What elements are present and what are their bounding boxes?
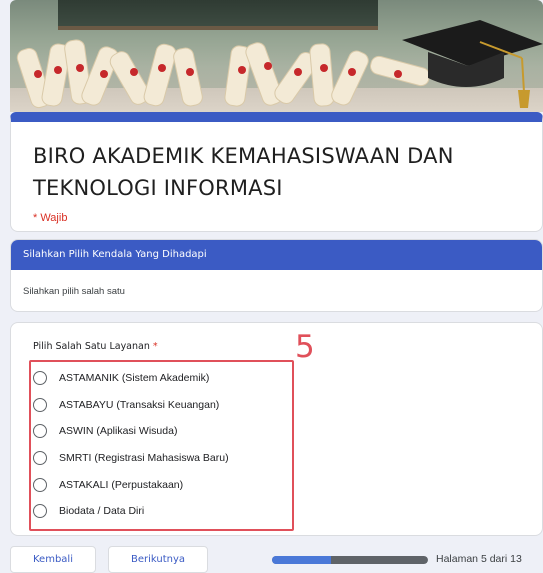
- required-note: * Wajib: [33, 212, 68, 224]
- radio-button-icon[interactable]: [33, 477, 47, 492]
- section-description: Silahkan pilih salah satu: [23, 286, 125, 297]
- header-banner-image: [10, 0, 543, 112]
- radio-button-icon[interactable]: [33, 424, 47, 439]
- radio-option-astakali[interactable]: ASTAKALI (Perpustakaan): [33, 471, 229, 498]
- radio-option-astamanik[interactable]: ASTAMANIK (Sistem Akademik): [33, 365, 229, 392]
- radio-button-icon[interactable]: [33, 371, 47, 386]
- question-title: Pilih Salah Satu Layanan *: [33, 341, 542, 352]
- option-label: SMRTI (Registrasi Mahasiswa Baru): [59, 452, 229, 465]
- back-button[interactable]: Kembali: [10, 546, 96, 573]
- radio-option-smrti[interactable]: SMRTI (Registrasi Mahasiswa Baru): [33, 445, 229, 472]
- option-label: ASTABAYU (Transaksi Keuangan): [59, 398, 220, 411]
- progress-bar: [272, 556, 428, 564]
- section-card: Silahkan Pilih Kendala Yang Dihadapi Sil…: [10, 239, 543, 312]
- option-label: ASTAKALI (Perpustakaan): [59, 478, 184, 491]
- radio-option-biodata[interactable]: Biodata / Data Diri: [33, 498, 229, 525]
- radio-option-aswin[interactable]: ASWIN (Aplikasi Wisuda): [33, 418, 229, 445]
- option-label: Biodata / Data Diri: [59, 505, 145, 518]
- progress-bar-fill: [272, 556, 428, 564]
- annotation-step-number: 5: [295, 329, 315, 365]
- radio-option-list: ASTAMANIK (Sistem Akademik) ASTABAYU (Tr…: [33, 365, 229, 525]
- radio-option-astabayu[interactable]: ASTABAYU (Transaksi Keuangan): [33, 392, 229, 419]
- graduation-cap-icon: [402, 20, 543, 108]
- radio-button-icon[interactable]: [33, 504, 47, 519]
- radio-button-icon[interactable]: [33, 397, 47, 412]
- required-asterisk: *: [152, 341, 158, 352]
- next-button[interactable]: Berikutnya: [108, 546, 208, 573]
- question-card: Pilih Salah Satu Layanan * ASTAMANIK (Si…: [10, 322, 543, 536]
- page-indicator: Halaman 5 dari 13: [436, 553, 522, 565]
- diploma-scrolls-illustration: [16, 20, 543, 109]
- question-title-text: Pilih Salah Satu Layanan: [33, 341, 150, 352]
- option-label: ASWIN (Aplikasi Wisuda): [59, 425, 178, 438]
- section-header: Silahkan Pilih Kendala Yang Dihadapi: [11, 240, 542, 270]
- form-title-card: BIRO AKADEMIK KEMAHASISWAAN DAN TEKNOLOG…: [10, 112, 543, 232]
- option-label: ASTAMANIK (Sistem Akademik): [59, 372, 210, 385]
- form-title: BIRO AKADEMIK KEMAHASISWAAN DAN TEKNOLOG…: [33, 144, 454, 200]
- radio-button-icon[interactable]: [33, 451, 47, 466]
